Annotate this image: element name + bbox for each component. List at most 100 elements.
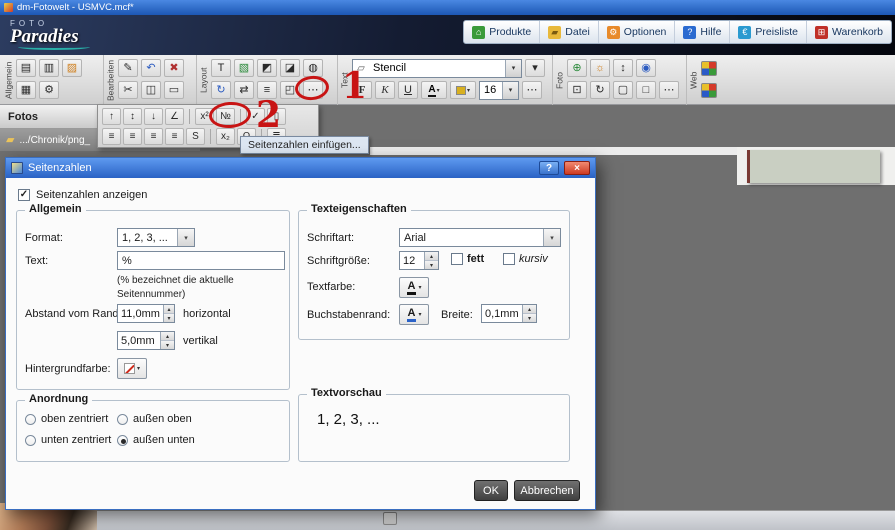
pricelist-icon: € — [738, 26, 751, 39]
foto-more-icon[interactable]: ⋯ — [659, 81, 679, 99]
checkbox[interactable] — [503, 253, 515, 265]
rotate-photo-icon[interactable]: ↻ — [590, 81, 610, 99]
border-width-spinner[interactable]: 0,1mm ▴ ▾ — [481, 304, 537, 323]
text-input[interactable]: % — [117, 251, 285, 270]
valign-bottom-icon[interactable]: ↓ — [144, 108, 163, 125]
border-icon[interactable]: □ — [636, 81, 656, 99]
radio-aussen-unten[interactable]: außen unten — [117, 434, 195, 446]
italic-button[interactable]: K — [375, 81, 395, 99]
effects-icon[interactable]: ☼ — [590, 59, 610, 77]
align-right-icon[interactable]: ≡ — [144, 128, 163, 145]
format-select[interactable]: 1, 2, 3, ... ▾ — [117, 228, 195, 247]
edit-icon[interactable]: ✎ — [118, 59, 138, 77]
show-page-numbers-checkbox[interactable]: ✓ Seitenzahlen anzeigen — [18, 189, 147, 201]
separator — [189, 109, 190, 124]
frame-icon[interactable]: ▢ — [613, 81, 633, 99]
insert-text-icon[interactable]: T — [211, 59, 231, 77]
spinner-up-icon[interactable]: ▴ — [161, 332, 174, 340]
margin-vertical-spinner[interactable]: 5,0mm ▴ ▾ — [117, 331, 175, 350]
undo-icon[interactable]: ↶ — [141, 59, 161, 77]
letter-border-color-button[interactable]: A ▾ — [399, 304, 429, 325]
cancel-button[interactable]: Abbrechen — [514, 480, 580, 501]
radio-button[interactable] — [117, 414, 128, 425]
delete-icon[interactable]: ✖ — [164, 59, 184, 77]
main-nav: ⌂ Produkte ▰ Datei ⚙ Optionen ? Hilfe € … — [463, 20, 892, 44]
subscript-icon[interactable]: x₂ — [216, 128, 235, 145]
web-gallery-icon[interactable] — [701, 83, 717, 98]
dialog-help-button[interactable]: ? — [539, 161, 559, 175]
settings-icon[interactable]: ⚙ — [39, 81, 59, 99]
align-left-icon[interactable]: ≡ — [102, 128, 121, 145]
italic-checkbox[interactable]: kursiv — [503, 253, 548, 265]
spinner-down-icon[interactable]: ▾ — [161, 340, 174, 349]
spinner-up-icon[interactable]: ▴ — [425, 252, 438, 260]
print-icon[interactable]: ▥ — [39, 59, 59, 77]
text-color-button[interactable]: A ▾ — [399, 277, 429, 298]
brand-logo: FOTO Paradies — [10, 19, 90, 50]
font-select[interactable]: Arial ▾ — [399, 228, 561, 247]
spinner-up-icon[interactable]: ▴ — [523, 305, 536, 313]
toolbar-section-text: Text ▱ Stencil ▾ ▾ F K U A ▾ — [337, 55, 552, 105]
nav-preisliste[interactable]: € Preisliste — [730, 21, 807, 43]
checkbox[interactable]: ✓ — [18, 189, 30, 201]
crop-icon[interactable]: ⊡ — [567, 81, 587, 99]
paste-icon[interactable]: ▭ — [164, 81, 184, 99]
radio-button-selected[interactable] — [117, 435, 128, 446]
stencil-extra-chevron-icon[interactable]: ▾ — [525, 59, 545, 77]
cut-icon[interactable]: ✂ — [118, 81, 138, 99]
ok-button[interactable]: OK — [474, 480, 508, 501]
sort-icon[interactable]: ↕ — [613, 59, 633, 77]
nav-hilfe[interactable]: ? Hilfe — [675, 21, 730, 43]
nav-produkte[interactable]: ⌂ Produkte — [464, 21, 540, 43]
align-center-icon[interactable]: ≡ — [123, 128, 142, 145]
underline-button[interactable]: U — [398, 81, 418, 99]
font-size-spinner[interactable]: 12 ▴ ▾ — [399, 251, 439, 270]
chevron-down-icon[interactable]: ▾ — [543, 229, 560, 246]
transparency-icon[interactable]: ◍ — [303, 59, 323, 77]
spinner-down-icon[interactable]: ▾ — [523, 313, 536, 322]
font-size-select[interactable]: 16 ▾ — [479, 81, 519, 100]
text-more-icon[interactable]: ⋯ — [522, 81, 542, 99]
radio-aussen-oben[interactable]: außen oben — [117, 413, 192, 425]
bring-front-icon[interactable]: ◩ — [257, 59, 277, 77]
pages-icon[interactable]: ▦ — [16, 81, 36, 99]
rotate-text-icon[interactable]: ∠ — [165, 108, 184, 125]
spinner-down-icon[interactable]: ▾ — [164, 313, 174, 322]
align-justify-icon[interactable]: ≡ — [165, 128, 184, 145]
nav-datei[interactable]: ▰ Datei — [540, 21, 599, 43]
chevron-down-icon[interactable]: ▾ — [502, 82, 518, 99]
background-color-button[interactable]: ▾ — [117, 358, 147, 379]
insert-image-icon[interactable]: ▧ — [234, 59, 254, 77]
nav-warenkorb[interactable]: ⊞ Warenkorb — [807, 21, 891, 43]
dialog-close-button[interactable]: × — [564, 161, 590, 175]
spinner-down-icon[interactable]: ▾ — [425, 260, 438, 269]
checkbox[interactable] — [451, 253, 463, 265]
nav-optionen[interactable]: ⚙ Optionen — [599, 21, 676, 43]
fill-color-button[interactable]: ▾ — [450, 81, 476, 99]
valign-top-icon[interactable]: ↑ — [102, 108, 121, 125]
add-photos-icon[interactable]: ⊕ — [567, 59, 587, 77]
radio-button[interactable] — [25, 414, 36, 425]
radio-button[interactable] — [25, 435, 36, 446]
strikethrough-icon[interactable]: S — [186, 128, 205, 145]
radio-unten-zentriert[interactable]: unten zentriert — [25, 434, 111, 446]
copy-icon[interactable]: ◫ — [141, 81, 161, 99]
bold-checkbox[interactable]: fett — [451, 253, 484, 265]
save-icon[interactable]: ▤ — [16, 59, 36, 77]
send-back-icon[interactable]: ◪ — [280, 59, 300, 77]
chevron-down-icon[interactable]: ▾ — [177, 229, 194, 246]
stencil-select[interactable]: ▱ Stencil ▾ — [352, 59, 522, 78]
scrollbar-handle[interactable] — [383, 512, 397, 525]
web-upload-icon[interactable] — [701, 61, 717, 76]
font-color-button[interactable]: A ▾ — [421, 81, 447, 99]
chevron-down-icon[interactable]: ▾ — [505, 60, 521, 77]
globe-icon[interactable]: ◉ — [636, 59, 656, 77]
photobook-page[interactable] — [747, 150, 880, 183]
flip-icon[interactable]: ⇄ — [234, 81, 254, 99]
spinner-up-icon[interactable]: ▴ — [164, 305, 174, 313]
radio-oben-zentriert[interactable]: oben zentriert — [25, 413, 108, 425]
margin-horizontal-spinner[interactable]: 11,0mm ▴ ▾ — [117, 304, 175, 323]
photos-icon[interactable]: ▨ — [62, 59, 82, 77]
valign-middle-icon[interactable]: ↕ — [123, 108, 142, 125]
rotate-icon[interactable]: ↻ — [211, 81, 231, 99]
